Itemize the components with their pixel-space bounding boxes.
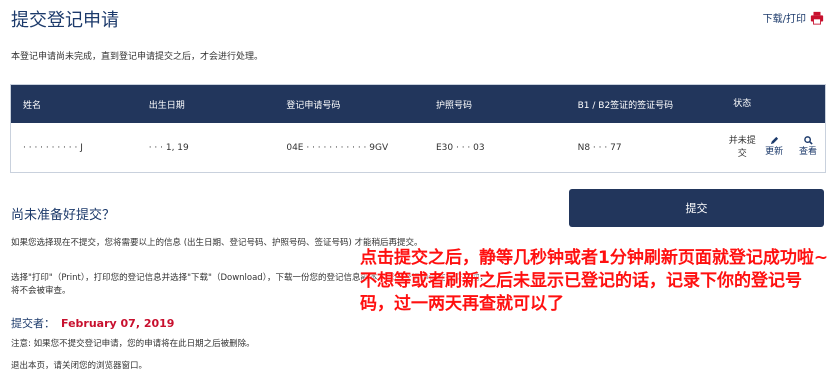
status-badge: 并未提交 bbox=[728, 135, 756, 159]
submit-button[interactable]: 提交 bbox=[569, 189, 824, 227]
annotation-overlay-text: 点击提交之后，静等几秒钟或者1分钟刷新页面就登记成功啦~不想等或者刷新之后未显示… bbox=[360, 248, 829, 314]
cell-visa-number: N8 · · · 77 bbox=[577, 142, 622, 153]
deletion-note: 注意: 如果您不提交登记申请，您的申请将在此日期之后被删除。 bbox=[11, 339, 255, 349]
view-label: 查看 bbox=[799, 147, 818, 157]
incomplete-notice: 本登记申请尚未完成，直到登记申请提交之后，才会进行处理。 bbox=[11, 52, 264, 62]
header-status: 状态 bbox=[733, 98, 752, 109]
application-table: 姓名 出生日期 登记申请号码 护照号码 B1 / B2签证的签证号码 状态 · … bbox=[10, 84, 826, 173]
table-row: · · · · · · · · · · J · · · 1, 19 04E · … bbox=[11, 123, 825, 172]
pencil-icon bbox=[770, 136, 778, 145]
printer-icon bbox=[810, 11, 824, 25]
update-label: 更新 bbox=[765, 147, 784, 157]
header-visa-number: B1 / B2签证的签证号码 bbox=[577, 100, 674, 111]
page-title: 提交登记申请 bbox=[11, 10, 119, 31]
submitter-label: 提交者： bbox=[11, 317, 55, 330]
submitter-date: February 07, 2019 bbox=[61, 317, 175, 330]
header-application-number: 登记申请号码 bbox=[286, 100, 341, 111]
header-name: 姓名 bbox=[23, 100, 42, 111]
header-dob: 出生日期 bbox=[148, 100, 185, 111]
download-print-link[interactable]: 下载/打印 bbox=[763, 10, 824, 25]
cell-application-number: 04E · · · · · · · · · · · 9GV bbox=[286, 142, 389, 153]
magnifier-icon bbox=[803, 136, 813, 145]
table-header-row: 姓名 出生日期 登记申请号码 护照号码 B1 / B2签证的签证号码 状态 bbox=[11, 85, 825, 123]
update-button[interactable]: 更新 bbox=[757, 136, 791, 159]
cell-name: · · · · · · · · · · J bbox=[23, 142, 83, 153]
download-print-label: 下载/打印 bbox=[762, 14, 806, 25]
view-button[interactable]: 查看 bbox=[791, 136, 825, 159]
not-ready-heading: 尚未准备好提交？ bbox=[11, 208, 116, 223]
exit-instruction: 退出本页，请关闭您的浏览器窗口。 bbox=[11, 361, 148, 371]
submitter-line: 提交者： February 07, 2019 bbox=[11, 315, 174, 331]
header-passport-number: 护照号码 bbox=[435, 100, 472, 111]
cell-dob: · · · 1, 19 bbox=[148, 142, 189, 153]
cell-passport-number: E30 · · · 03 bbox=[435, 142, 485, 153]
